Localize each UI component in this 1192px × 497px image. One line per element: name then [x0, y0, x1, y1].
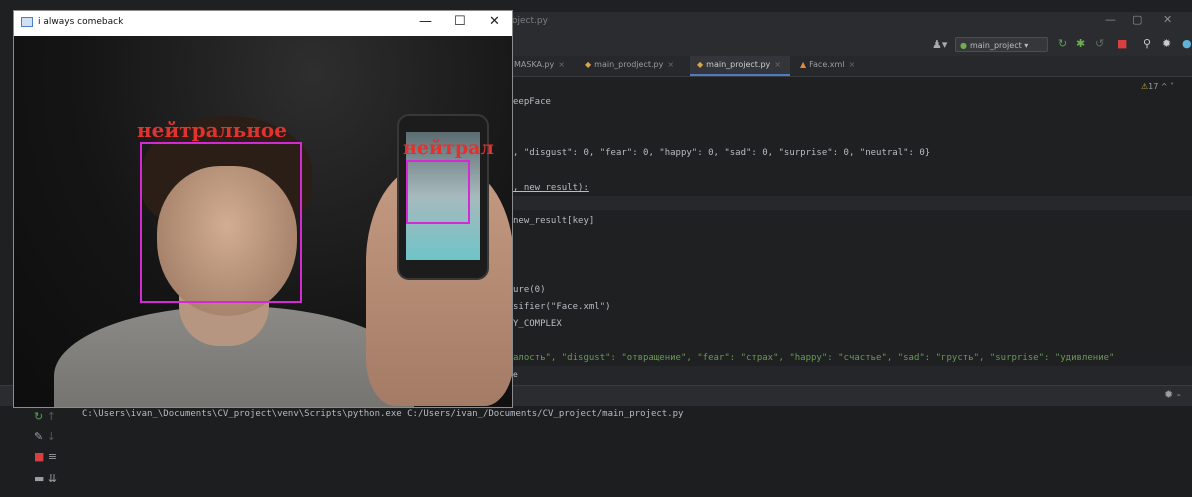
- emotion-label-2: нейтрал: [403, 137, 494, 159]
- plugin-icon[interactable]: ●: [1182, 37, 1192, 51]
- ide-titlebar: [505, 12, 1192, 34]
- warnings-count: 17: [1148, 82, 1159, 91]
- opencv-window[interactable]: i always comeback — ☐ ✕ нейтральное нейт…: [13, 10, 513, 408]
- wrench-icon[interactable]: ✎ ↓: [34, 430, 56, 443]
- layout-icon[interactable]: ▬ ⇊: [34, 472, 57, 485]
- face-box-2: [406, 160, 470, 224]
- tab-label: MASKA.py: [514, 60, 555, 69]
- close-icon[interactable]: ×: [667, 60, 674, 69]
- code-line: , "disgust": 0, "fear": 0, "happy": 0, "…: [513, 148, 931, 158]
- rerun-icon[interactable]: ↻: [1058, 37, 1067, 51]
- python-file-icon: ◆: [697, 60, 704, 69]
- ide-minimize-button[interactable]: —: [1105, 13, 1116, 26]
- code-line: алость", "disgust": "отвращение", "fear"…: [513, 353, 1115, 363]
- run-config-label: main_project: [969, 41, 1022, 50]
- ide-toolbar: [505, 34, 1192, 57]
- code-editor[interactable]: [505, 77, 1192, 385]
- maximize-button[interactable]: ☐: [454, 14, 466, 29]
- breadcrumb-bar: [505, 366, 1192, 385]
- code-line: , new_result):: [513, 183, 589, 193]
- gear-icon[interactable]: ✹ -: [1164, 388, 1181, 401]
- tab-label: main_project.py: [706, 60, 771, 69]
- code-line: new_result[key]: [513, 216, 595, 226]
- user-icon[interactable]: ♟▾: [932, 38, 947, 51]
- settings-icon[interactable]: ✹: [1162, 37, 1171, 51]
- tab-face-xml[interactable]: ▲ Face.xml ×: [800, 60, 855, 69]
- close-icon[interactable]: ×: [849, 60, 856, 69]
- app-icon: [21, 17, 33, 27]
- tab-label: main_prodject.py: [594, 60, 664, 69]
- face-box-1: [140, 142, 302, 303]
- minimize-button[interactable]: —: [419, 14, 432, 29]
- tab-label: Face.xml: [809, 60, 845, 69]
- run-command-output: C:\Users\ivan_\Documents\CV_project\venv…: [82, 409, 684, 419]
- python-icon: ●: [960, 41, 967, 50]
- python-file-icon: ◆: [585, 60, 592, 69]
- ide-maximize-button[interactable]: ▢: [1132, 13, 1142, 26]
- breadcrumb: e: [513, 370, 518, 379]
- search-icon[interactable]: ⚲: [1143, 37, 1151, 51]
- close-button[interactable]: ✕: [489, 14, 500, 29]
- emotion-label-1: нейтральное: [137, 118, 287, 142]
- run-console[interactable]: [0, 406, 1192, 497]
- cv-window-title: i always comeback: [38, 17, 124, 27]
- tab-main-project[interactable]: ◆ main_project.py ×: [697, 60, 781, 69]
- close-icon[interactable]: ×: [774, 60, 781, 69]
- rerun-icon[interactable]: ↻ ↑: [34, 410, 56, 423]
- ide-close-button[interactable]: ✕: [1163, 13, 1172, 26]
- code-line: eepFace: [513, 97, 551, 107]
- code-line: Y_COMPLEX: [513, 319, 562, 329]
- code-line: ure(0): [513, 285, 546, 295]
- debug-icon[interactable]: ✱: [1076, 37, 1085, 51]
- ide-title: oject.py: [512, 16, 548, 26]
- xml-file-icon: ▲: [800, 60, 807, 69]
- warnings-indicator[interactable]: ⚠17 ^ ˅: [1141, 82, 1174, 91]
- run-config-select[interactable]: ● main_project ▾: [955, 37, 1048, 52]
- close-icon[interactable]: ×: [558, 60, 565, 69]
- tab-maska[interactable]: MASKA.py ×: [514, 60, 565, 69]
- cv-titlebar[interactable]: i always comeback — ☐ ✕: [14, 11, 512, 36]
- camera-frame: нейтральное нейтрал: [14, 36, 512, 407]
- code-line: sifier("Face.xml"): [513, 302, 611, 312]
- current-line-highlight: [505, 196, 1192, 210]
- stop-icon[interactable]: ■ ≡: [34, 450, 57, 463]
- tab-main-prodject[interactable]: ◆ main_prodject.py ×: [585, 60, 674, 69]
- stop-icon[interactable]: ■: [1117, 37, 1127, 51]
- coverage-icon[interactable]: ↺: [1095, 37, 1104, 51]
